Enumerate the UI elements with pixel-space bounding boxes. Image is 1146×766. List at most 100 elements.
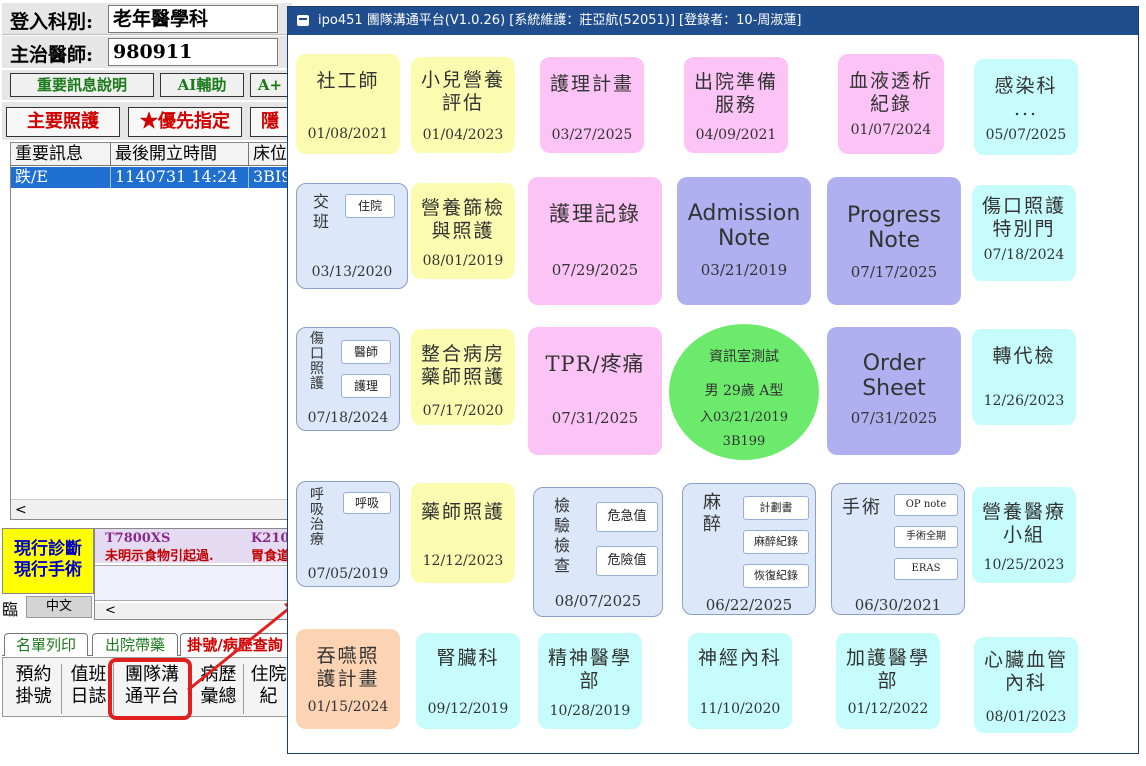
tile-date: 07/05/2019 xyxy=(307,566,389,582)
diagnosis-text-1: 未明示食物引起過. xyxy=(105,549,214,564)
horizontal-scrollbar[interactable]: < xyxy=(11,499,293,519)
tile-title: 精神醫學 部 xyxy=(547,647,632,692)
patient-info-circle[interactable]: 資訊室測試 男 29歲 A型 入03/21/2019 3B199 xyxy=(669,324,819,460)
tile-dialysis[interactable]: 血液透析 紀錄 01/07/2024 xyxy=(838,54,944,154)
tile-neurology[interactable]: 神經內科 11/10/2020 xyxy=(688,633,792,729)
list-header-time[interactable]: 最後開立時間 xyxy=(111,143,249,166)
tile-title: Order Sheet xyxy=(862,351,926,401)
tab-print-list[interactable]: 名單列印 xyxy=(4,633,88,656)
tile-order-sheet[interactable]: Order Sheet 07/31/2025 xyxy=(827,327,961,455)
tile-psychiatry[interactable]: 精神醫學 部 10/28/2019 xyxy=(538,633,642,729)
duty-log-label: 值班 日誌 xyxy=(70,664,107,707)
tile-pharmacist-care[interactable]: 藥師照護 12/12/2023 xyxy=(411,483,515,583)
tile-title: 神經內科 xyxy=(697,647,782,669)
diagnosis-code-1: T7800XS xyxy=(105,531,171,546)
tile-handover[interactable]: 交 班 住院 03/13/2020 xyxy=(296,183,408,289)
tile-date: 03/21/2019 xyxy=(700,261,788,279)
tile-swallowing[interactable]: 吞嚥照 護計畫 01/15/2024 xyxy=(296,629,400,729)
tile-infection[interactable]: 感染科 ... 05/07/2025 xyxy=(974,59,1078,155)
tile-date: 01/08/2021 xyxy=(307,126,389,142)
list-cell-info[interactable]: 跌/E xyxy=(11,167,111,188)
list-header-info[interactable]: 重要訊息 xyxy=(11,143,111,166)
anesthesia-plan-button[interactable]: 計劃書 xyxy=(743,496,809,520)
appointment-button[interactable]: 預約 掛號 xyxy=(6,664,62,714)
tile-wound-care[interactable]: 傷 口 照 護 醫師 護理 07/18/2024 xyxy=(296,327,400,431)
ime-indicator[interactable]: 中文 xyxy=(26,596,92,618)
tile-title: 手術 xyxy=(842,497,882,518)
tile-progress-note[interactable]: Progress Note 07/17/2025 xyxy=(827,177,961,305)
team-communication-window: ipo451 團隊溝通平台(V1.0.26) [系統維護：莊亞航(52051)]… xyxy=(287,6,1139,754)
main-care-button[interactable]: 主要照護 xyxy=(6,107,120,137)
tile-respiratory[interactable]: 呼 吸 治 療 呼吸 07/05/2019 xyxy=(296,481,400,587)
a-plus-button[interactable]: A+ xyxy=(250,73,290,97)
list-cell-time[interactable]: 1140731 14:24 xyxy=(111,167,249,188)
tile-nutrition-screen[interactable]: 營養篩檢 與照護 08/01/2019 xyxy=(411,183,515,279)
important-info-button[interactable]: 重要訊息說明 xyxy=(10,73,154,97)
tile-critical-care[interactable]: 加護醫學 部 01/12/2022 xyxy=(836,633,940,729)
tile-date: 08/01/2023 xyxy=(985,709,1067,725)
dept-field[interactable]: 老年醫學科 xyxy=(108,5,278,33)
tile-date: 09/12/2019 xyxy=(427,701,509,717)
tile-transfer-check[interactable]: 轉代檢 12/26/2023 xyxy=(972,329,1076,425)
doctor-field[interactable]: 980911 xyxy=(108,38,278,66)
nursing-sub-button[interactable]: 護理 xyxy=(341,374,391,398)
tile-title: Progress Note xyxy=(847,203,941,253)
tile-admission-note[interactable]: Admission Note 03/21/2019 xyxy=(677,177,811,305)
priority-button[interactable]: ★優先指定 xyxy=(128,107,242,137)
tile-title: TPR/疼痛 xyxy=(545,352,645,376)
tile-date: 01/07/2024 xyxy=(850,122,932,138)
patient-admit-date: 入03/21/2019 xyxy=(700,410,788,425)
tile-title: 傷 口 照 護 xyxy=(310,331,324,392)
diagnosis-text-2: 胃食道 xyxy=(251,549,291,564)
ai-assist-button[interactable]: AI輔助 xyxy=(160,73,244,97)
tile-date: 03/13/2020 xyxy=(311,264,393,280)
tile-surgery[interactable]: 手術 OP note 手術全期 ERAS 06/30/2021 xyxy=(831,483,965,615)
tile-discharge-prep[interactable]: 出院準備 服務 04/09/2021 xyxy=(684,57,788,153)
tile-date: 06/22/2025 xyxy=(705,596,793,614)
tile-date: 07/31/2025 xyxy=(551,409,639,427)
tile-date: 07/31/2025 xyxy=(850,409,938,427)
tile-date: 07/18/2024 xyxy=(983,247,1065,263)
recovery-record-button[interactable]: 恢復紀錄 xyxy=(743,564,809,588)
tile-social-worker[interactable]: 社工師 01/08/2021 xyxy=(296,54,400,154)
inpatient-sub-button[interactable]: 住院 xyxy=(345,194,395,218)
duty-log-button[interactable]: 值班 日誌 xyxy=(64,664,114,714)
tile-date: 10/28/2019 xyxy=(549,703,631,719)
respiratory-sub-button[interactable]: 呼吸 xyxy=(343,492,391,514)
danger-value-button[interactable]: 危險值 xyxy=(596,546,658,576)
tile-date: 07/17/2020 xyxy=(422,403,504,419)
tile-anesthesia[interactable]: 麻 醉 計劃書 麻醉紀錄 恢復紀錄 06/22/2025 xyxy=(682,483,816,615)
tile-nephrology[interactable]: 腎臟科 09/12/2019 xyxy=(416,633,520,729)
tile-pediatric-nutrition[interactable]: 小兒營養 評估 01/04/2023 xyxy=(411,57,515,153)
window-titlebar[interactable]: ipo451 團隊溝通平台(V1.0.26) [系統維護：莊亞航(52051)]… xyxy=(288,7,1138,35)
dept-label: 登入科別: xyxy=(10,11,94,33)
diagnosis-code-2: K210 xyxy=(251,531,290,546)
tile-nursing-plan[interactable]: 護理計畫 03/27/2025 xyxy=(540,57,644,153)
tile-nutrition-team[interactable]: 營養醫療 小組 10/25/2023 xyxy=(972,487,1076,583)
tile-cardiology[interactable]: 心臟血管 內科 08/01/2023 xyxy=(974,637,1078,733)
tile-date: 08/07/2025 xyxy=(554,592,642,610)
op-note-button[interactable]: OP note xyxy=(894,494,958,516)
info-list[interactable]: 重要訊息 最後開立時間 床位 跌/E 1140731 14:24 3BI9 < xyxy=(10,142,293,520)
tile-title: 吞嚥照 護計畫 xyxy=(316,645,380,690)
critical-value-button[interactable]: 危急值 xyxy=(596,502,658,532)
third-care-button[interactable]: 隱 xyxy=(250,107,290,137)
tile-title: 加護醫學 部 xyxy=(845,647,930,692)
eras-button[interactable]: ERAS xyxy=(894,558,958,580)
tab-discharge-meds[interactable]: 出院帶藥 xyxy=(92,633,178,656)
tile-title: 感染科 ... xyxy=(994,75,1058,120)
team-platform-button[interactable]: 團隊溝 通平台 xyxy=(118,664,186,714)
tile-tpr-pain[interactable]: TPR/疼痛 07/31/2025 xyxy=(528,327,662,455)
tile-pharmacist-ward[interactable]: 整合病房 藥師照護 07/17/2020 xyxy=(411,329,515,425)
doctor-sub-button[interactable]: 醫師 xyxy=(341,340,391,364)
diagnosis-scroll-left-icon[interactable]: < xyxy=(105,603,116,619)
anesthesia-record-button[interactable]: 麻醉紀錄 xyxy=(743,530,809,554)
tile-nursing-record[interactable]: 護理記錄 07/29/2025 xyxy=(528,177,662,305)
surgery-full-period-button[interactable]: 手術全期 xyxy=(894,526,958,548)
tile-date: 01/12/2022 xyxy=(847,701,929,717)
tile-title: 出院準備 服務 xyxy=(693,71,778,116)
patient-bed: 3B199 xyxy=(722,434,766,449)
scroll-left-icon[interactable]: < xyxy=(15,500,27,520)
tile-lab-check[interactable]: 檢 驗 檢 查 危急值 危險值 08/07/2025 xyxy=(533,487,663,617)
tile-wound-special[interactable]: 傷口照護 特別門 07/18/2024 xyxy=(972,185,1076,281)
